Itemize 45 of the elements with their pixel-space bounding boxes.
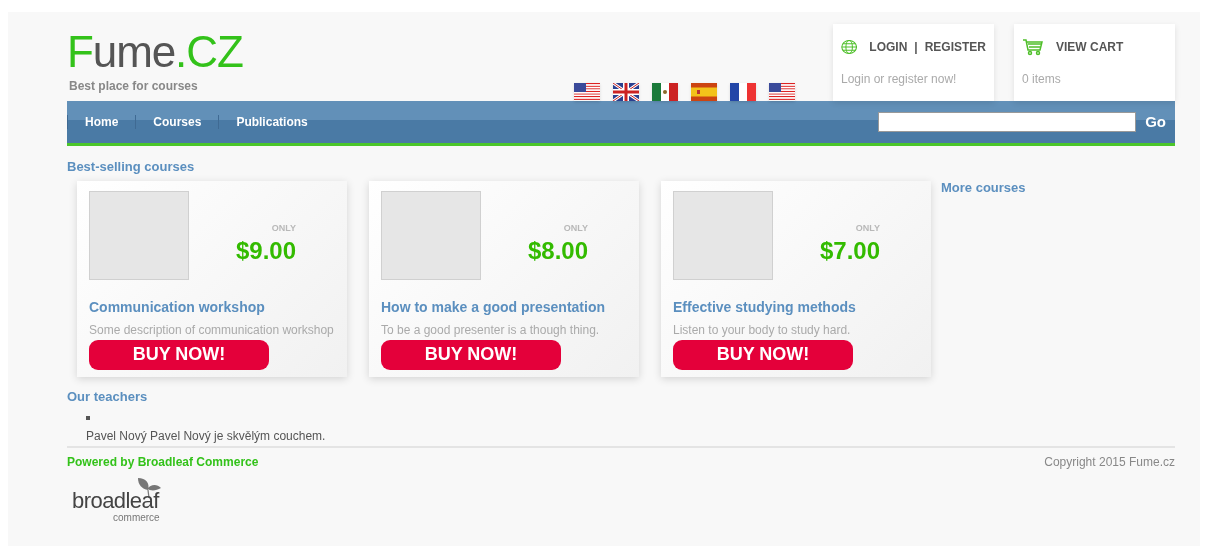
buy-now-button[interactable]: BUY NOW! bbox=[381, 339, 561, 370]
globe-icon bbox=[841, 38, 858, 56]
nav-link[interactable]: Publications bbox=[218, 115, 325, 129]
only-label: ONLY bbox=[271, 221, 296, 235]
flag-icon[interactable] bbox=[730, 83, 757, 101]
course-title[interactable]: How to make a good presentation bbox=[381, 296, 627, 318]
course-price: $8.00 bbox=[527, 237, 588, 265]
nav-link[interactable]: Home bbox=[67, 115, 136, 129]
course-price: $7.00 bbox=[819, 237, 880, 265]
buy-now-button[interactable]: BUY NOW! bbox=[673, 339, 853, 370]
section-heading: Best-selling courses bbox=[67, 158, 196, 176]
course-title[interactable]: Effective studying methods bbox=[673, 296, 919, 318]
brand-name: broadleaf bbox=[72, 489, 159, 513]
buy-now-button[interactable]: BUY NOW! bbox=[89, 339, 269, 370]
powered-by-text: Powered by Broadleaf Commerce bbox=[67, 454, 259, 471]
flag-icon[interactable] bbox=[613, 83, 640, 101]
nav-link[interactable]: Courses bbox=[135, 115, 219, 129]
course-title[interactable]: Communication workshop bbox=[89, 296, 335, 318]
login-link[interactable]: LOGIN bbox=[869, 38, 908, 56]
more-courses-link[interactable]: More courses bbox=[941, 178, 1026, 377]
course-description: Some description of communication workshop bbox=[89, 321, 335, 339]
course-price: $9.00 bbox=[235, 237, 296, 265]
flag-icon[interactable] bbox=[769, 83, 796, 101]
tagline: Best place for courses bbox=[69, 78, 199, 95]
flag-icon[interactable] bbox=[574, 83, 601, 101]
course-description: Listen to your body to study hard. bbox=[673, 321, 852, 339]
teacher-text: Pavel Nový Pavel Nový je skvělým couchem. bbox=[86, 428, 327, 445]
go-button[interactable]: Go bbox=[1136, 110, 1175, 134]
only-label: ONLY bbox=[855, 221, 880, 235]
flag-icon[interactable] bbox=[691, 83, 718, 101]
register-link[interactable]: REGISTER bbox=[924, 38, 986, 56]
only-label: ONLY bbox=[563, 221, 588, 235]
bullet-icon bbox=[86, 416, 90, 420]
course-description: To be a good presenter is a though thing. bbox=[381, 321, 601, 339]
separator: | bbox=[914, 39, 918, 56]
cart-icon bbox=[1022, 38, 1044, 56]
copyright-text: Copyright 2015 Fume.cz bbox=[1044, 454, 1175, 471]
view-cart-link[interactable]: VIEW CART bbox=[1056, 38, 1124, 56]
brand-subtitle: commerce bbox=[113, 512, 160, 524]
logo-text[interactable]: Fume.CZ bbox=[67, 30, 575, 74]
flag-icon[interactable] bbox=[652, 83, 679, 101]
account-hint: Login or register now! bbox=[841, 71, 958, 88]
search-field[interactable] bbox=[878, 112, 1137, 132]
cart-count: 0 items bbox=[1022, 71, 1062, 88]
section-heading: Our teachers bbox=[67, 387, 149, 406]
